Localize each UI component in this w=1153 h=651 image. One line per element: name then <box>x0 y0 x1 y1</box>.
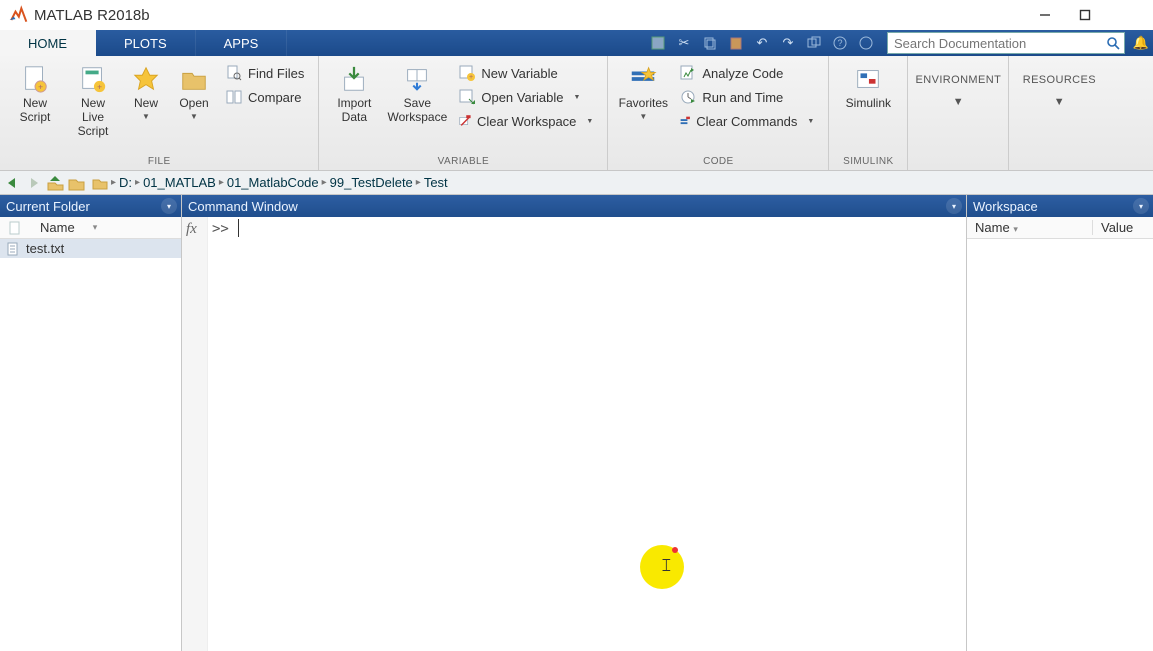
ribbon-group-simulink: Simulink SIMULINK <box>829 56 908 170</box>
run-and-time-button[interactable]: Run and Time <box>676 86 818 108</box>
panel-menu-button[interactable]: ▾ <box>161 198 177 214</box>
paste-icon[interactable] <box>725 32 747 54</box>
column-value[interactable]: Value <box>1093 220 1153 235</box>
panel-menu-button[interactable]: ▾ <box>1133 198 1149 214</box>
dropdown-icon: ▼ <box>1054 96 1065 108</box>
titlebar: MATLAB R2018b <box>0 0 1153 30</box>
svg-text:+: + <box>97 81 102 91</box>
search-input[interactable] <box>888 36 1104 51</box>
ribbon-home: + New Script + New Live Script New ▼ Ope… <box>0 56 1153 171</box>
environment-dropdown[interactable]: ENVIRONMENT ▼ <box>908 56 1008 108</box>
dropdown-icon: ▼ <box>953 96 964 108</box>
import-data-button[interactable]: Import Data <box>325 60 383 125</box>
ribbon-group-file: + New Script + New Live Script New ▼ Ope… <box>0 56 319 170</box>
find-files-button[interactable]: Find Files <box>222 62 308 84</box>
search-documentation[interactable] <box>887 32 1125 54</box>
request-support-icon[interactable] <box>855 32 877 54</box>
search-icon[interactable] <box>1104 35 1124 51</box>
ribbon-group-variable: Import Data Save Workspace + New Variabl… <box>319 56 608 170</box>
panel-title-current-folder: Current Folder ▾ <box>0 195 181 217</box>
dropdown-icon: ▼ <box>190 112 198 121</box>
maximize-button[interactable] <box>1065 0 1105 30</box>
panel-title-workspace: Workspace ▾ <box>967 195 1153 217</box>
breadcrumb-item[interactable]: 01_MATLAB <box>143 175 216 190</box>
command-prompt: >> <box>212 221 229 237</box>
file-icon <box>8 221 22 235</box>
cut-icon[interactable]: ✂ <box>673 32 695 54</box>
new-script-button[interactable]: + New Script <box>6 60 64 125</box>
current-folder-panel: Current Folder ▾ Name▾ test.txt <box>0 195 182 651</box>
address-bar: ▸ D:▸ 01_MATLAB▸ 01_MatlabCode▸ 99_TestD… <box>0 171 1153 195</box>
file-name: test.txt <box>26 241 64 256</box>
browse-folder-button[interactable] <box>67 174 85 192</box>
breadcrumb-item[interactable]: 01_MatlabCode <box>227 175 319 190</box>
compare-button[interactable]: Compare <box>222 86 308 108</box>
svg-text:+: + <box>469 74 473 81</box>
favorites-button[interactable]: Favorites ▼ <box>614 60 672 121</box>
workspace-columns: Name ▾ Value <box>967 217 1153 239</box>
new-variable-button[interactable]: + New Variable <box>455 62 597 84</box>
save-icon[interactable] <box>647 32 669 54</box>
clear-workspace-button[interactable]: Clear Workspace ▼ <box>455 110 597 132</box>
forward-button[interactable] <box>25 174 43 192</box>
svg-text:?: ? <box>837 38 842 48</box>
quick-access-toolbar: ✂ ↶ ↷ ? <box>641 30 883 56</box>
ibeam-cursor-icon: 𝙸 <box>660 555 673 576</box>
dropdown-icon: ▼ <box>639 112 647 121</box>
minimize-button[interactable] <box>1025 0 1065 30</box>
txt-file-icon <box>6 242 20 256</box>
open-variable-button[interactable]: Open Variable ▼ <box>455 86 597 108</box>
file-list[interactable]: test.txt <box>0 239 181 651</box>
app-title: MATLAB R2018b <box>34 7 150 24</box>
breadcrumb: ▸ D:▸ 01_MATLAB▸ 01_MatlabCode▸ 99_TestD… <box>92 175 448 190</box>
command-window-body[interactable]: fx >> 𝙸 <box>182 217 966 651</box>
main-layout: Current Folder ▾ Name▾ test.txt Command … <box>0 195 1153 651</box>
panel-title-command-window: Command Window ▾ <box>182 195 966 217</box>
redo-icon[interactable]: ↷ <box>777 32 799 54</box>
command-gutter <box>182 217 208 651</box>
svg-text:+: + <box>38 81 43 91</box>
save-workspace-button[interactable]: Save Workspace <box>383 60 451 125</box>
ribbon-group-code: Favorites ▼ Analyze Code Run and Time Cl… <box>608 56 829 170</box>
notifications-icon[interactable]: 🔔 <box>1129 30 1153 56</box>
tab-home[interactable]: HOME <box>0 30 96 56</box>
ribbon-group-environment: ENVIRONMENT ▼ <box>908 56 1009 170</box>
breadcrumb-item[interactable]: 99_TestDelete <box>330 175 413 190</box>
help-icon[interactable]: ? <box>829 32 851 54</box>
clear-commands-button[interactable]: Clear Commands ▼ <box>676 110 818 132</box>
breadcrumb-item[interactable]: Test <box>424 175 448 190</box>
back-button[interactable] <box>4 174 22 192</box>
folder-icon <box>92 176 108 190</box>
current-folder-columns: Name▾ <box>0 217 181 239</box>
undo-icon[interactable]: ↶ <box>751 32 773 54</box>
switch-windows-icon[interactable] <box>803 32 825 54</box>
resources-dropdown[interactable]: RESOURCES ▼ <box>1009 56 1109 108</box>
tab-apps[interactable]: APPS <box>196 30 288 56</box>
fx-icon[interactable]: fx <box>186 221 197 238</box>
breadcrumb-item[interactable]: D: <box>119 175 132 190</box>
dropdown-icon: ▼ <box>807 118 814 125</box>
simulink-button[interactable]: Simulink <box>835 60 901 111</box>
panel-menu-button[interactable]: ▾ <box>946 198 962 214</box>
command-window-panel: Command Window ▾ fx >> 𝙸 <box>182 195 967 651</box>
new-live-script-button[interactable]: + New Live Script <box>64 60 122 138</box>
matlab-logo-icon <box>8 5 28 25</box>
column-name[interactable]: Name <box>40 220 75 235</box>
ribbon-group-resources: RESOURCES ▼ <box>1009 56 1109 170</box>
dropdown-icon: ▼ <box>142 112 150 121</box>
ribbon-tabs: HOME PLOTS APPS ✂ ↶ ↷ ? 🔔 <box>0 30 1153 56</box>
copy-icon[interactable] <box>699 32 721 54</box>
dropdown-icon: ▼ <box>586 118 593 125</box>
open-button[interactable]: Open ▼ <box>170 60 218 121</box>
file-row[interactable]: test.txt <box>0 239 181 258</box>
tab-plots[interactable]: PLOTS <box>96 30 196 56</box>
workspace-body[interactable] <box>967 239 1153 651</box>
text-caret <box>238 219 239 237</box>
analyze-code-button[interactable]: Analyze Code <box>676 62 818 84</box>
column-name[interactable]: Name <box>975 220 1010 235</box>
new-button[interactable]: New ▼ <box>122 60 170 121</box>
workspace-panel: Workspace ▾ Name ▾ Value <box>967 195 1153 651</box>
up-folder-button[interactable] <box>46 174 64 192</box>
dropdown-icon: ▼ <box>574 94 581 101</box>
